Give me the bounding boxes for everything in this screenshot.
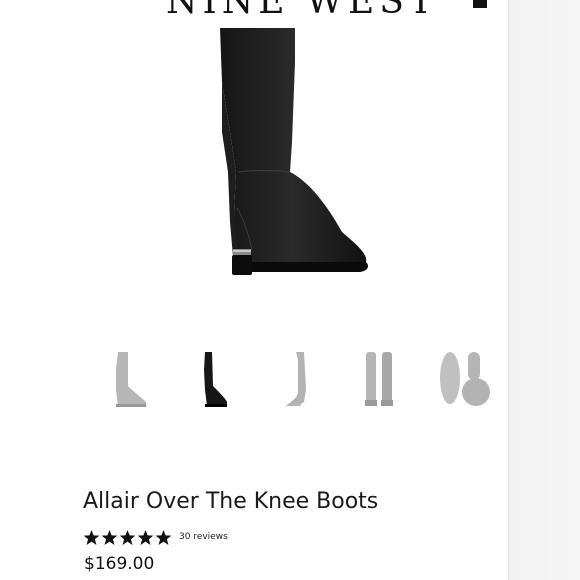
thumbnail-strip xyxy=(100,350,508,430)
product-title: Allair Over The Knee Boots xyxy=(83,489,379,514)
thumbnail-sole-view[interactable] xyxy=(438,350,498,430)
star-icon xyxy=(101,529,118,545)
review-count-link[interactable]: 30 reviews xyxy=(179,532,228,542)
thumbnail-back-view[interactable] xyxy=(280,350,340,430)
star-icon xyxy=(119,529,136,545)
star-icon xyxy=(155,529,172,545)
product-price: $169.00 xyxy=(84,554,155,574)
product-rating[interactable]: 30 reviews xyxy=(83,527,228,547)
product-hero-image[interactable] xyxy=(200,22,390,287)
shopping-bag-icon[interactable] xyxy=(473,0,487,8)
site-header: NINE WEST xyxy=(0,0,508,22)
star-icon xyxy=(137,529,154,545)
thumbnail-pair-view[interactable] xyxy=(362,350,422,430)
thumbnail-front-view[interactable] xyxy=(195,350,255,430)
adjacent-panel-edge xyxy=(508,0,580,580)
brand-logo[interactable]: NINE WEST xyxy=(166,0,433,22)
product-page: NINE WEST Allair Over The Knee Boots 30 … xyxy=(0,0,580,580)
rating-stars xyxy=(83,529,173,546)
hamburger-menu-icon[interactable] xyxy=(86,0,112,6)
star-icon xyxy=(83,529,100,545)
thumbnail-side-view[interactable] xyxy=(108,350,168,430)
